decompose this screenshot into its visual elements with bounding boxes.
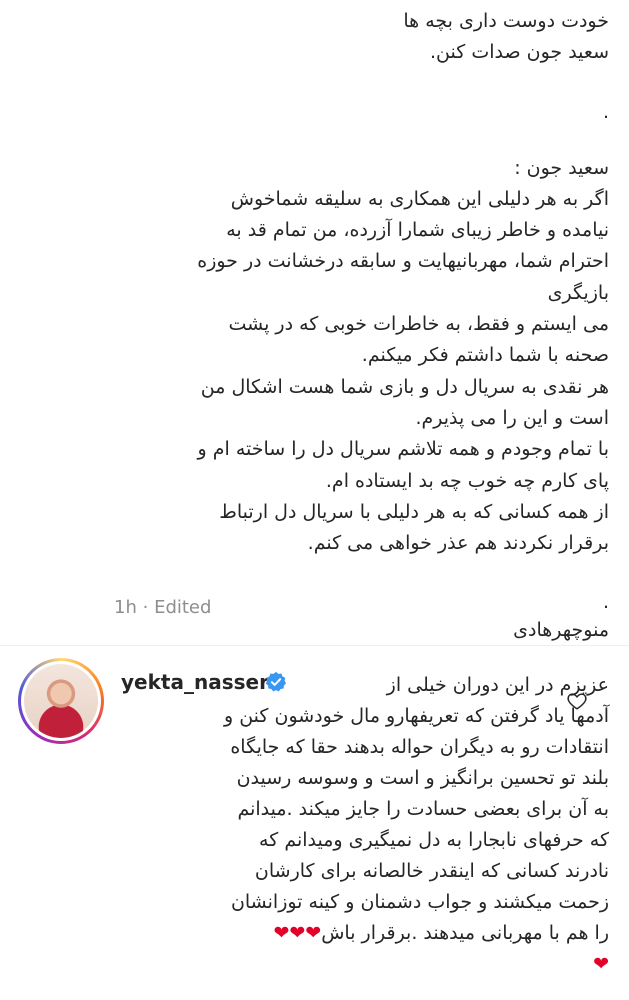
- avatar: [21, 661, 101, 741]
- comment-line: نادرند کسانی که اینقدر خالصانه برای کارش…: [254, 860, 609, 882]
- post-caption: خودت دوست داری بچه ها سعید جون صدات کنن..…: [24, 6, 609, 647]
- caption-line: .: [602, 100, 609, 123]
- comment-line: بلند تو تحسین برانگیز و است و وسوسه رسید…: [236, 767, 609, 789]
- caption-line: صحنه با شما داشتم فکر میکنم.: [361, 344, 609, 367]
- caption-line: سعید جون :: [514, 156, 609, 179]
- comment-line: که حرفهای نابجارا به دل نمیگیری ومیدانم …: [259, 829, 609, 851]
- caption-line: [24, 69, 609, 97]
- caption-line: نیامده و خاطر زیبای شمارا آزرده، من تمام…: [226, 219, 609, 242]
- avatar-image: [24, 664, 98, 738]
- comment-line: آدمها یاد گرفتن که تعریفهارو مال خودشون …: [224, 705, 609, 727]
- caption-meta: 1h · Edited: [114, 597, 211, 618]
- caption-line: پای کارم چه خوب چه بد ایستاده ام.: [325, 469, 609, 492]
- heart-emoji-icon: ❤: [593, 953, 609, 975]
- heart-emoji-icon: ❤❤❤: [273, 922, 322, 944]
- caption-line: خودت دوست داری بچه ها: [403, 10, 609, 32]
- caption-line: از همه کسانی که به هر دلیلی با سریال دل …: [219, 500, 609, 523]
- caption-line: می ایستم و فقط، به خاطرات خوبی که در پشت: [228, 313, 609, 336]
- caption-line: با تمام وجودم و همه تلاشم سریال دل را سا…: [197, 438, 609, 461]
- caption-line: [24, 125, 609, 153]
- caption-line: است و این را می پذیرم.: [415, 406, 609, 429]
- caption-line: سعید جون صدات کنن.: [430, 41, 609, 64]
- comment-line: عزیزم در این دوران خیلی از: [386, 674, 609, 696]
- comment-line: به آن برای بعضی حسادت را جایز میکند .مید…: [237, 798, 609, 820]
- comment-line: انتقادات رو به دیگران حواله بدهند حقا که…: [230, 736, 609, 758]
- caption-line: [24, 559, 609, 587]
- caption-line: بازیگری: [547, 281, 609, 304]
- caption-line: برقرار نکردند هم عذر خواهی می کنم.: [307, 532, 609, 555]
- caption-line: هر نقدی به سریال دل و بازی شما هست اشکال…: [200, 375, 609, 398]
- caption-line: اگر به هر دلیلی این همکاری به سلیقه شماخ…: [230, 187, 609, 210]
- comment-line: را هم با مهربانی میدهند .برقرار باش❤❤❤: [273, 922, 609, 944]
- caption-line: .: [602, 591, 609, 614]
- comment: yekta_nasser عزیزم در این دوران خیلی از آ…: [0, 646, 629, 1000]
- comment-text: عزیزم در این دوران خیلی از آدمها یاد گرفت…: [109, 670, 609, 980]
- meta-separator: ·: [142, 597, 149, 618]
- post-caption-block: خودت دوست داری بچه ها سعید جون صدات کنن..…: [0, 0, 629, 641]
- avatar-story-ring[interactable]: [18, 658, 104, 744]
- caption-line: منوچهرهادی: [513, 619, 609, 642]
- comment-line: زحمت میکشند و جواب دشمنان و کینه توزانشا…: [230, 891, 609, 913]
- edited-label: Edited: [154, 597, 212, 618]
- caption-line: احترام شما، مهربانیهایت و سابقه درخشانت …: [197, 250, 609, 273]
- timestamp[interactable]: 1h: [114, 597, 137, 618]
- comment-line: ❤: [109, 949, 609, 980]
